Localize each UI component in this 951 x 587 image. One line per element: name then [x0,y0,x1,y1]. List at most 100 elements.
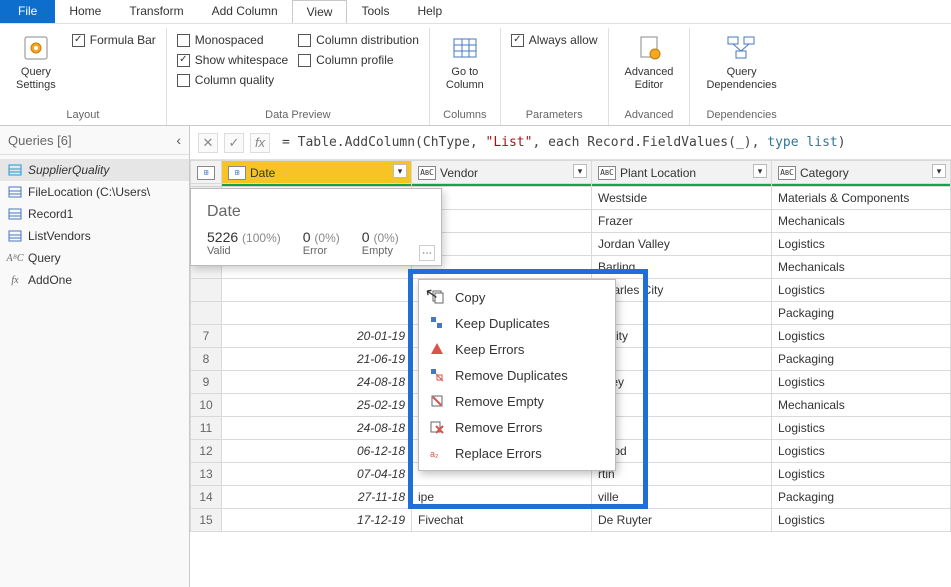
data-cell[interactable]: Packaging [772,302,951,325]
row-number-cell[interactable]: 10 [191,394,222,417]
table-row[interactable]: 1517-12-19FivechatDe RuyterLogistics [191,509,951,532]
row-number-cell[interactable]: 7 [191,325,222,348]
context-menu-label: Replace Errors [455,446,542,461]
data-cell[interactable]: 06-12-18 [222,440,412,463]
query-item[interactable]: ListVendors [0,225,189,247]
query-type-icon: fx [8,273,22,287]
data-cell[interactable]: Frazer [592,210,772,233]
formula-input[interactable]: = Table.AddColumn(ChType, "List", each R… [276,132,943,153]
data-cell[interactable]: 17-12-19 [222,509,412,532]
menu-view[interactable]: View [292,0,348,23]
data-cell[interactable]: 24-08-18 [222,371,412,394]
filter-dropdown-button[interactable]: ▾ [393,164,407,178]
row-number-cell[interactable]: 9 [191,371,222,394]
monospaced-checkbox[interactable]: Monospaced [177,30,288,50]
context-menu-label: Remove Empty [455,394,544,409]
data-cell[interactable]: 25-02-19 [222,394,412,417]
queries-header[interactable]: Queries [6] ‹ [0,126,189,155]
data-cell[interactable]: Mechanicals [772,210,951,233]
queries-panel: Queries [6] ‹ SupplierQualityFileLocatio… [0,126,190,587]
context-menu-item[interactable]: Keep Errors [419,336,615,362]
row-number-cell[interactable]: 8 [191,348,222,371]
data-cell[interactable]: Logistics [772,417,951,440]
data-cell[interactable]: Packaging [772,486,951,509]
query-settings-button[interactable]: Query Settings [10,30,62,94]
data-cell[interactable] [222,279,412,302]
data-cell[interactable]: 24-08-18 [222,417,412,440]
menu-transform[interactable]: Transform [115,0,197,23]
menu-tools[interactable]: Tools [347,0,403,23]
checkbox-checked-icon [511,34,524,47]
data-cell[interactable]: Logistics [772,371,951,394]
show-whitespace-checkbox[interactable]: Show whitespace [177,50,288,70]
data-cell[interactable]: Fivechat [412,509,592,532]
goto-column-button[interactable]: Go to Column [440,30,490,94]
data-cell[interactable]: Packaging [772,348,951,371]
query-item[interactable]: SupplierQuality [0,159,189,181]
column-header[interactable]: ABCPlant Location▾ [592,161,772,184]
row-number-cell[interactable]: 14 [191,486,222,509]
query-item[interactable]: Record1 [0,203,189,225]
column-header[interactable]: ⊞Date▾ [222,161,412,184]
filter-dropdown-button[interactable]: ▾ [573,164,587,178]
stat-label: Error [303,245,340,257]
column-header[interactable]: ABCCategory▾ [772,161,951,184]
query-item[interactable]: FileLocation (C:\Users\ [0,181,189,203]
filter-dropdown-button[interactable]: ▾ [753,164,767,178]
data-cell[interactable]: Logistics [772,279,951,302]
data-cell[interactable]: Logistics [772,463,951,486]
data-cell[interactable]: Westside [592,187,772,210]
tooltip-ellipsis-button[interactable]: ⋯ [419,245,435,261]
data-cell[interactable]: 07-04-18 [222,463,412,486]
data-cell[interactable]: Logistics [772,440,951,463]
menu-add-column[interactable]: Add Column [198,0,292,23]
query-item[interactable]: AᴮCQuery [0,247,189,269]
context-menu-item[interactable]: a₂Replace Errors [419,440,615,466]
menu-help[interactable]: Help [403,0,456,23]
data-cell[interactable]: Jordan Valley [592,233,772,256]
data-cell[interactable]: De Ruyter [592,509,772,532]
column-quality-checkbox[interactable]: Column quality [177,70,288,90]
corner-header[interactable]: ⊞ [191,161,222,184]
context-menu-item[interactable]: Keep Duplicates [419,310,615,336]
data-cell[interactable]: 27-11-18 [222,486,412,509]
stat-pct: (100%) [242,231,281,245]
data-cell[interactable]: Materials & Components [772,187,951,210]
row-number-cell[interactable]: 11 [191,417,222,440]
context-menu-item[interactable]: Remove Errors [419,414,615,440]
column-distribution-checkbox[interactable]: Column distribution [298,30,419,50]
always-allow-checkbox[interactable]: Always allow [511,30,598,50]
accept-formula-button[interactable]: ✓ [224,133,244,153]
formula-bar-checkbox[interactable]: Formula Bar [72,30,156,50]
row-number-cell[interactable]: 15 [191,509,222,532]
fx-button[interactable]: fx [250,133,270,153]
collapse-chevron-icon[interactable]: ‹ [176,132,181,148]
data-cell[interactable]: Mechanicals [772,394,951,417]
query-item-label: Query [28,251,61,265]
advanced-editor-button[interactable]: Advanced Editor [619,30,680,94]
context-menu-item[interactable]: Copy [419,284,615,310]
data-cell[interactable]: 21-06-19 [222,348,412,371]
menu-file[interactable]: File [0,0,55,23]
filter-dropdown-button[interactable]: ▾ [932,164,946,178]
menu-bar: File Home Transform Add Column View Tool… [0,0,951,24]
query-item[interactable]: fxAddOne [0,269,189,291]
row-number-cell[interactable]: 13 [191,463,222,486]
cbx-label: Column profile [316,53,393,67]
column-profile-checkbox[interactable]: Column profile [298,50,419,70]
context-menu-item[interactable]: Remove Empty [419,388,615,414]
data-cell[interactable]: Logistics [772,233,951,256]
query-dependencies-button[interactable]: Query Dependencies [700,30,782,94]
data-cell[interactable]: Mechanicals [772,256,951,279]
menu-home[interactable]: Home [55,0,115,23]
data-cell[interactable]: Logistics [772,509,951,532]
context-menu-item[interactable]: Remove Duplicates [419,362,615,388]
data-cell[interactable] [222,302,412,325]
column-header[interactable]: ABCVendor▾ [412,161,592,184]
row-number-cell[interactable] [191,302,222,325]
cancel-formula-button[interactable]: ✕ [198,133,218,153]
data-cell[interactable]: Logistics [772,325,951,348]
data-cell[interactable]: 20-01-19 [222,325,412,348]
row-number-cell[interactable] [191,279,222,302]
row-number-cell[interactable]: 12 [191,440,222,463]
